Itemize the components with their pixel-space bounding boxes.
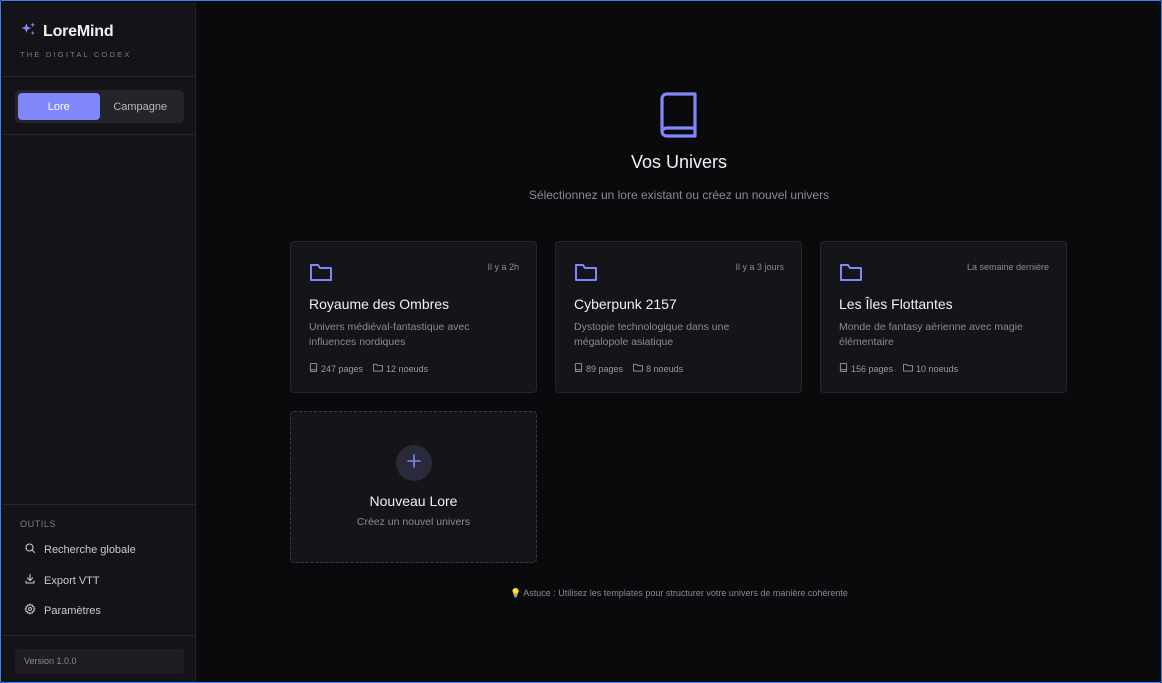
card-pages: 156 pages <box>851 363 894 374</box>
folder-icon <box>574 262 598 287</box>
brand-subtitle: THE DIGITAL CODEX <box>20 50 132 59</box>
add-lore-button[interactable] <box>396 445 432 481</box>
folder-icon <box>633 363 643 374</box>
card-nodes: 8 noeuds <box>646 363 684 374</box>
folder-icon <box>373 363 383 374</box>
card-timestamp: La semaine dernière <box>966 262 1049 272</box>
tip-text: 💡 Astuce : Utilisez les templates pour s… <box>196 588 1161 599</box>
sidebar-divider <box>2 504 195 505</box>
page-subtitle: Sélectionnez un lore existant ou créez u… <box>528 188 830 202</box>
brand: LoreMind THE DIGITAL CODEX <box>20 21 132 59</box>
toggle-campagne-button[interactable]: Campagne <box>100 93 182 120</box>
sparkles-icon <box>20 21 37 43</box>
sidebar-divider <box>2 635 195 636</box>
card-description: Monde de fantasy aérienne avec magie élé… <box>839 321 1023 348</box>
new-lore-card[interactable]: Nouveau Lore Créez un nouvel univers <box>290 411 537 563</box>
search-icon <box>24 542 36 557</box>
tools-title: OUTILS <box>20 519 57 529</box>
card-meta: 89 pages 8 noeuds <box>574 363 683 374</box>
card-meta: 247 pages 12 noeuds <box>309 363 428 374</box>
brand-name: LoreMind <box>43 23 114 40</box>
card-meta: 156 pages 10 noeuds <box>839 363 958 374</box>
download-icon <box>24 573 36 588</box>
tool-label: Paramètres <box>44 604 101 617</box>
sidebar-divider <box>2 134 195 135</box>
book-icon <box>658 91 700 144</box>
folder-icon <box>903 363 913 374</box>
tool-settings[interactable]: Paramètres <box>24 603 101 618</box>
card-nodes: 10 noeuds <box>916 363 959 374</box>
tool-global-search[interactable]: Recherche globale <box>24 542 136 557</box>
universe-card[interactable]: La semaine dernière Les Îles Flottantes … <box>820 241 1067 393</box>
tip-label: Astuce : Utilisez les templates pour str… <box>523 588 848 598</box>
card-title: Les Îles Flottantes <box>839 296 953 312</box>
lightbulb-icon: 💡 <box>510 588 522 598</box>
folder-icon <box>309 262 333 287</box>
card-description: Dystopie technologique dans une mégalopo… <box>574 321 730 348</box>
tool-label: Export VTT <box>44 574 100 587</box>
book-icon <box>309 363 318 374</box>
card-timestamp: Il y a 2h <box>487 262 519 272</box>
book-icon <box>839 363 848 374</box>
card-timestamp: Il y a 3 jours <box>735 262 784 272</box>
new-lore-title: Nouveau Lore <box>369 493 458 509</box>
toggle-lore-button[interactable]: Lore <box>18 93 100 120</box>
card-title: Royaume des Ombres <box>309 296 450 312</box>
card-pages: 247 pages <box>321 363 364 374</box>
universe-card[interactable]: Il y a 2h Royaume des Ombres Univers méd… <box>290 241 537 393</box>
page-title: Vos Univers <box>630 152 728 172</box>
card-title: Cyberpunk 2157 <box>574 296 677 312</box>
card-nodes: 12 noeuds <box>386 363 429 374</box>
mode-toggle: Lore Campagne <box>15 90 184 123</box>
folder-icon <box>839 262 863 287</box>
app-window: LoreMind THE DIGITAL CODEX Lore Campagne… <box>0 0 1162 683</box>
card-description: Univers médiéval-fantastique avec influe… <box>309 321 470 348</box>
tool-label: Recherche globale <box>44 543 136 556</box>
gear-icon <box>24 603 36 618</box>
main-content: Vos Univers Sélectionnez un lore existan… <box>196 2 1161 682</box>
card-pages: 89 pages <box>586 363 624 374</box>
tool-export-vtt[interactable]: Export VTT <box>24 573 100 588</box>
universe-card[interactable]: Il y a 3 jours Cyberpunk 2157 Dystopie t… <box>555 241 802 393</box>
sidebar: LoreMind THE DIGITAL CODEX Lore Campagne… <box>2 2 196 682</box>
version-badge: Version 1.0.0 <box>15 649 184 674</box>
book-icon <box>574 363 583 374</box>
new-lore-subtitle: Créez un nouvel univers <box>356 516 471 528</box>
sidebar-divider <box>2 76 195 77</box>
plus-icon <box>407 453 421 473</box>
